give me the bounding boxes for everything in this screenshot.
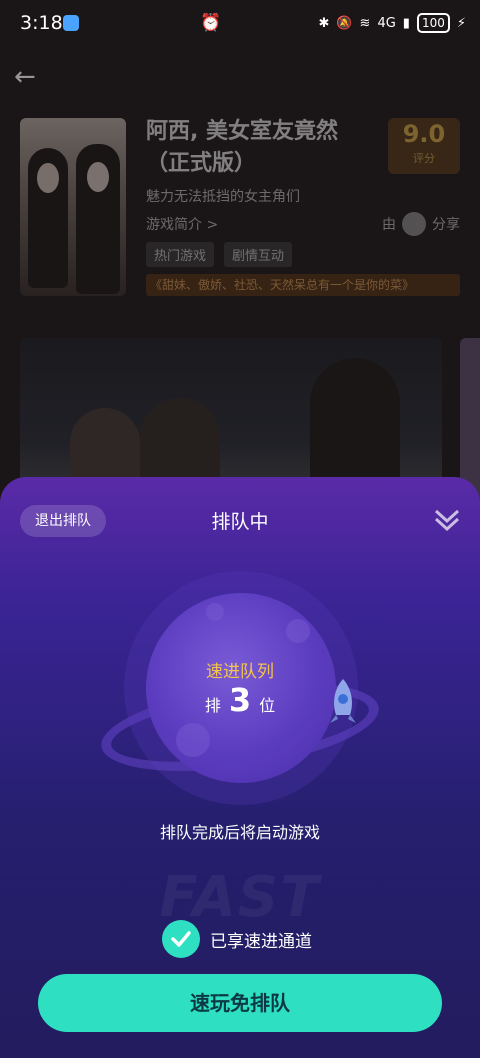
game-info: 阿西, 美女室友竟然（正式版） 魅力无法抵挡的女主角们 游戏简介 > 9.0 评… [0, 110, 480, 310]
game-title: 阿西, 美女室友竟然（正式版） [146, 119, 339, 176]
avatar [402, 212, 426, 236]
rank-suffix: 位 [259, 696, 276, 715]
check-icon [162, 920, 200, 958]
skip-queue-button[interactable]: 速玩免排队 [38, 974, 442, 1032]
message-icon [63, 15, 79, 31]
author-prefix: 由 [382, 217, 396, 233]
back-button[interactable]: ← [14, 62, 44, 92]
tag-list: 热门游戏 剧情互动 [146, 242, 293, 267]
status-icons: ✱ 🔕 ≋ 4G ▮ 100 ⚡ [318, 13, 466, 33]
alarm-icon: ⏰ [200, 13, 222, 33]
fast-channel-status: 已享速进通道 [162, 920, 312, 958]
bluetooth-icon: ✱ [318, 15, 330, 31]
charging-icon: ⚡ [456, 15, 466, 31]
queue-rank: 排3位 [0, 681, 480, 719]
signal-icon: ▮ [402, 15, 410, 31]
game-cover[interactable] [20, 118, 126, 296]
collapse-chevron-icon[interactable] [432, 505, 462, 535]
mute-icon: 🔕 [336, 15, 353, 31]
rank-number: 3 [228, 681, 252, 719]
fast-channel-label: 已享速进通道 [210, 931, 312, 952]
battery-icon: 100 [416, 13, 450, 33]
status-time: 3:18 [20, 12, 63, 34]
queue-name: 速进队列 [206, 662, 274, 682]
network-label: 4G [377, 15, 396, 31]
tag-hot-games[interactable]: 热门游戏 [146, 242, 215, 267]
sheet-title: 排队中 [211, 511, 269, 533]
queue-sheet: 退出排队 排队中 速进队列 排3位 排队完成后将启动游戏 FAST 已享速进通道… [0, 477, 480, 1058]
game-subtitle: 魅力无法抵挡的女主角们 [146, 189, 300, 205]
share-label: 分享 [432, 217, 460, 233]
game-intro-link[interactable]: 游戏简介 > [146, 214, 218, 234]
tag-story[interactable]: 剧情互动 [224, 242, 293, 267]
rank-prefix: 排 [204, 696, 221, 715]
queue-hint: 排队完成后将启动游戏 [159, 823, 320, 842]
game-slogan: 《甜妹、傲娇、社恐、天然呆总有一个是你的菜》 [146, 274, 460, 296]
rocket-icon [330, 679, 356, 723]
score-label: 评分 [413, 152, 435, 165]
author-share[interactable]: 由 分享 [382, 212, 460, 236]
status-bar: 3:18 ⏰ ✱ 🔕 ≋ 4G ▮ 100 ⚡ [0, 0, 480, 48]
score-badge: 9.0 评分 [388, 118, 460, 174]
wifi-icon: ≋ [359, 15, 371, 31]
score-value: 9.0 [402, 120, 446, 148]
